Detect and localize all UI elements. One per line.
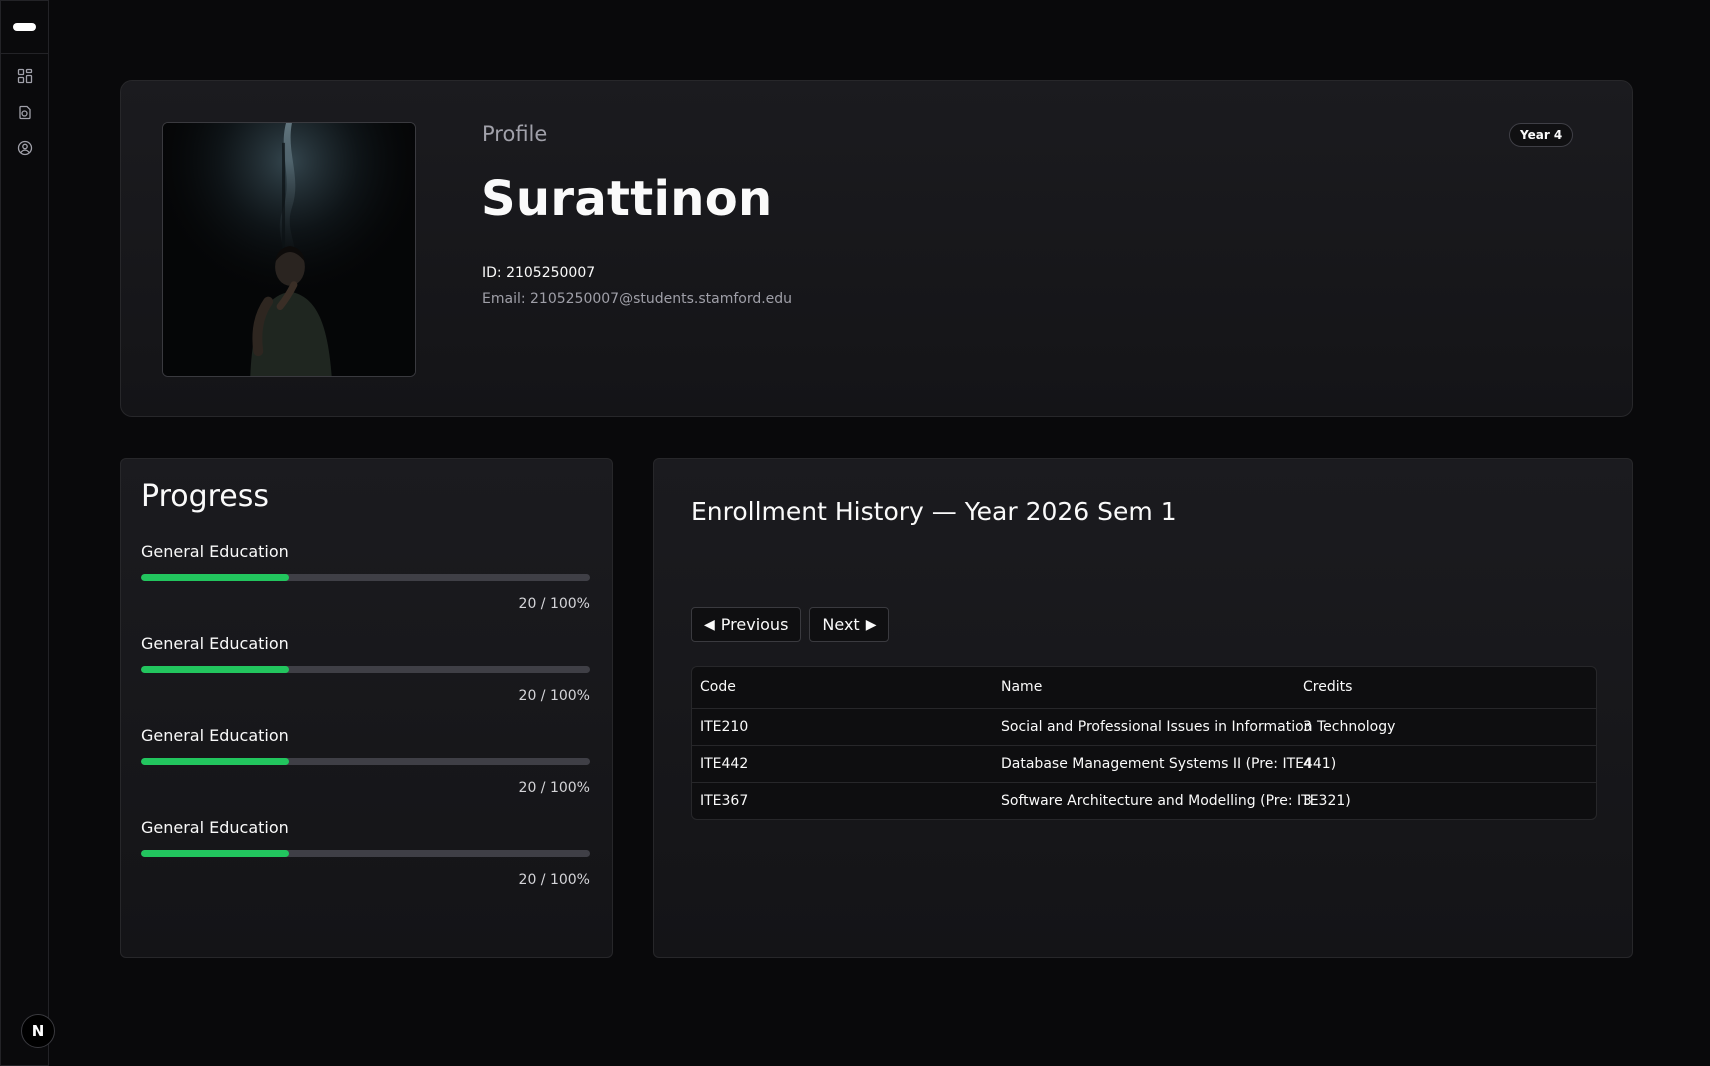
progress-item-value: 20 / 100%: [518, 872, 590, 888]
progress-card: Progress General Education 20 / 100% Gen…: [120, 458, 613, 958]
column-header-code: Code: [692, 667, 993, 709]
progress-item: General Education 20 / 100%: [141, 634, 591, 704]
sidebar: N: [0, 0, 55, 1066]
table-row: ITE367 Software Architecture and Modelli…: [692, 782, 1596, 819]
progress-bar-fill: [141, 850, 290, 857]
sidebar-nav: [1, 54, 48, 156]
sidebar-toggle[interactable]: [13, 23, 36, 31]
progress-item-label: General Education: [141, 818, 289, 837]
cell-credits: 4: [1303, 755, 1312, 772]
table-header-row: Code Name Credits: [692, 667, 1596, 709]
progress-bar: [141, 574, 590, 581]
cell-code: ITE367: [700, 792, 749, 809]
progress-item-label: General Education: [141, 726, 289, 745]
previous-button[interactable]: ◀ Previous: [691, 607, 802, 642]
progress-bar: [141, 850, 590, 857]
enrollment-title: Enrollment History — Year 2026 Sem 1: [691, 497, 1177, 526]
triangle-left-icon: ◀: [704, 616, 715, 633]
progress-bar-fill: [141, 574, 290, 581]
enrollment-table: Code Name Credits ITE210 Social and Prof…: [691, 666, 1597, 820]
progress-item: General Education 20 / 100%: [141, 818, 591, 888]
table-row: ITE210 Social and Professional Issues in…: [692, 708, 1596, 745]
progress-item: General Education 20 / 100%: [141, 542, 591, 612]
app-logo-badge[interactable]: N: [21, 1014, 55, 1048]
progress-item-value: 20 / 100%: [518, 596, 590, 612]
user-icon[interactable]: [17, 140, 33, 156]
table-row: ITE442 Database Management Systems II (P…: [692, 745, 1596, 782]
enrollment-card: Enrollment History — Year 2026 Sem 1 ◀ P…: [653, 458, 1633, 958]
profile-section-label: Profile: [482, 122, 548, 146]
progress-bar: [141, 758, 590, 765]
progress-bar: [141, 666, 590, 673]
pagination: ◀ Previous Next ▶: [691, 607, 890, 642]
courses-icon[interactable]: [17, 104, 33, 120]
student-name: Surattinon: [481, 171, 773, 227]
profile-card: Profile Surattinon ID: 2105250007 Email:…: [120, 80, 1633, 417]
cell-name: Database Management Systems II (Pre: ITE…: [1001, 755, 1337, 772]
progress-item-label: General Education: [141, 542, 289, 561]
cell-code: ITE442: [700, 755, 749, 772]
year-badge: Year 4: [1509, 123, 1574, 147]
progress-item: General Education 20 / 100%: [141, 726, 591, 796]
profile-photo: [162, 122, 416, 377]
student-id: ID: 2105250007: [482, 265, 596, 281]
progress-bar-fill: [141, 758, 290, 765]
previous-button-label: Previous: [720, 615, 789, 634]
cell-name: Software Architecture and Modelling (Pre…: [1001, 792, 1351, 809]
cell-code: ITE210: [700, 718, 749, 735]
student-email: Email: 2105250007@students.stamford.edu: [482, 291, 793, 307]
sidebar-header: [1, 1, 48, 54]
progress-item-value: 20 / 100%: [518, 688, 590, 704]
next-button[interactable]: Next ▶: [809, 607, 890, 642]
progress-item-value: 20 / 100%: [518, 780, 590, 796]
column-header-name: Name: [993, 667, 1295, 709]
dashboard-icon[interactable]: [17, 68, 33, 84]
cell-name: Social and Professional Issues in Inform…: [1001, 718, 1396, 735]
next-button-label: Next: [822, 615, 860, 634]
triangle-right-icon: ▶: [865, 616, 877, 633]
column-header-credits: Credits: [1295, 667, 1596, 709]
progress-item-label: General Education: [141, 634, 289, 653]
progress-title: Progress: [141, 479, 270, 514]
progress-bar-fill: [141, 666, 290, 673]
